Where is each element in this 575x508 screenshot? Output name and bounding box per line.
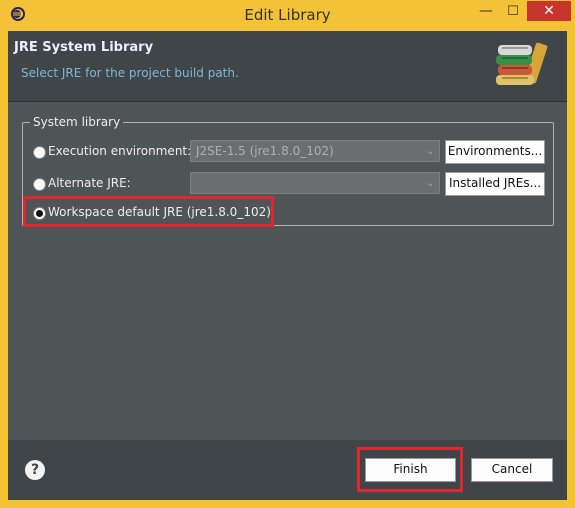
- alternate-jre-radio[interactable]: [33, 178, 46, 191]
- help-icon[interactable]: ?: [25, 460, 45, 480]
- header-subtitle: Select JRE for the project build path.: [21, 66, 239, 80]
- dialog-footer: ? Finish Cancel: [8, 440, 567, 500]
- dialog-content: System library Execution environment: J2…: [8, 102, 567, 440]
- chevron-down-icon: ⌄: [425, 144, 435, 157]
- close-button[interactable]: ✕: [527, 1, 571, 21]
- installed-jres-button[interactable]: Installed JREs...: [445, 172, 545, 196]
- execution-environment-radio[interactable]: [33, 146, 46, 159]
- group-title: System library: [30, 115, 124, 129]
- title-bar[interactable]: Edit Library — ☐ ✕: [0, 0, 575, 31]
- alternate-jre-combo[interactable]: ⌄: [190, 172, 440, 194]
- edit-library-window: Edit Library — ☐ ✕ JRE System Library Se…: [0, 0, 575, 508]
- workspace-default-highlight: [23, 196, 274, 227]
- environments-button[interactable]: Environments...: [445, 140, 545, 164]
- alternate-jre-label: Alternate JRE:: [48, 176, 131, 190]
- execution-environment-value: J2SE-1.5 (jre1.8.0_102): [196, 144, 334, 158]
- dialog-header: JRE System Library Select JRE for the pr…: [8, 31, 567, 101]
- execution-environment-combo[interactable]: J2SE-1.5 (jre1.8.0_102) ⌄: [190, 140, 440, 162]
- chevron-down-icon: ⌄: [425, 176, 435, 189]
- maximize-button[interactable]: ☐: [501, 4, 525, 22]
- minimize-button[interactable]: —: [474, 4, 498, 22]
- execution-environment-label: Execution environment:: [48, 144, 192, 158]
- header-title: JRE System Library: [14, 40, 154, 55]
- finish-button[interactable]: Finish: [365, 458, 456, 482]
- library-books-icon: [496, 42, 548, 85]
- cancel-button[interactable]: Cancel: [471, 458, 553, 482]
